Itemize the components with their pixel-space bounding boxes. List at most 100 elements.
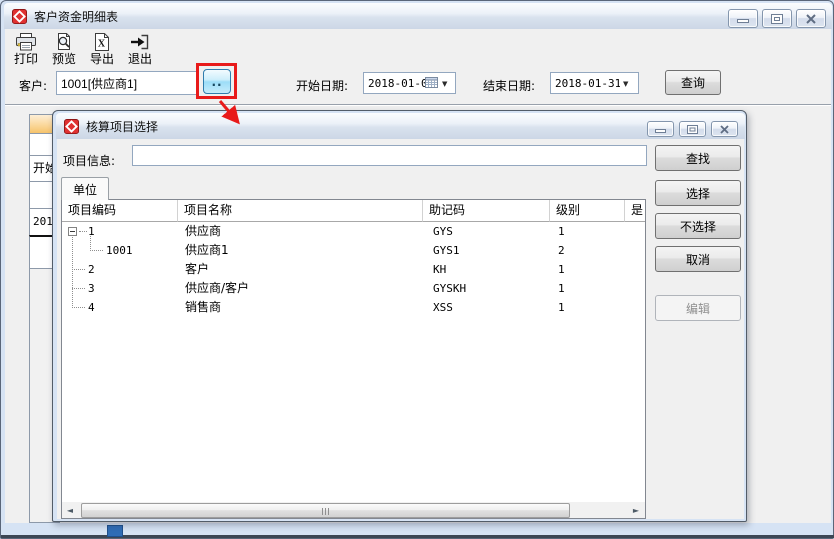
main-hscroll-thumb[interactable] — [107, 525, 123, 537]
tree-line — [90, 236, 91, 251]
dialog-minimize-button[interactable] — [647, 121, 674, 137]
app-icon — [12, 9, 27, 24]
close-icon — [805, 14, 817, 24]
column-header-2[interactable]: 助记码 — [423, 200, 550, 222]
cell-level: 2 — [550, 241, 625, 260]
svg-text:X: X — [98, 39, 106, 50]
cell-extra — [625, 298, 646, 317]
print-label: 打印 — [14, 51, 38, 67]
export-label: 导出 — [90, 51, 114, 67]
item-select-dialog: 核算项目选择 项目信息: 查找 单位 项目编码项目名称助记码级别是 — [52, 110, 747, 522]
cell-level: 1 — [550, 298, 625, 317]
customer-input[interactable] — [56, 71, 199, 95]
dialog-client-area: 项目信息: 查找 单位 项目编码项目名称助记码级别是 1供应商GYS11001供… — [57, 139, 744, 519]
main-window-title: 客户资金明细表 — [34, 8, 118, 25]
scroll-left-icon[interactable]: ◄ — [62, 502, 78, 519]
cell-extra — [625, 260, 646, 279]
customer-label: 客户: — [19, 77, 47, 94]
column-header-4[interactable]: 是 — [625, 200, 646, 222]
toolbar-separator — [5, 104, 831, 106]
dialog-app-icon — [64, 119, 79, 134]
item-info-input[interactable] — [132, 145, 647, 166]
cancel-button[interactable]: 取消 — [655, 246, 741, 272]
column-header-1[interactable]: 项目名称 — [178, 200, 423, 222]
scroll-right-icon[interactable]: ► — [628, 502, 644, 519]
list-hscrollbar[interactable]: ◄ ► — [62, 502, 645, 519]
list-hscroll-thumb[interactable] — [81, 503, 570, 518]
export-button[interactable]: X导出 — [83, 32, 121, 70]
find-button[interactable]: 查找 — [655, 145, 741, 171]
cell-name: 客户 — [178, 260, 423, 279]
dialog-titlebar[interactable]: 核算项目选择 — [56, 113, 745, 139]
start-date-label: 开始日期: — [296, 77, 348, 94]
close-button[interactable] — [796, 9, 826, 28]
end-date-dropdown-icon[interactable]: ▼ — [623, 79, 628, 89]
print-button[interactable]: 打印 — [7, 32, 45, 70]
cell-level: 1 — [550, 222, 625, 241]
minimize-icon — [737, 14, 749, 24]
dialog-minimize-icon — [655, 125, 666, 134]
cell-name: 销售商 — [178, 298, 423, 317]
dialog-maximize-button[interactable] — [679, 121, 706, 137]
toolbar: 打印预览 X导出退出 — [7, 32, 159, 70]
cell-mnemonic: GYSKH — [423, 279, 550, 298]
edit-button[interactable]: 编辑 — [655, 295, 741, 321]
cell-mnemonic: KH — [423, 260, 550, 279]
tree-line — [90, 250, 103, 251]
preview-label: 预览 — [52, 51, 76, 67]
column-header-3[interactable]: 级别 — [550, 200, 625, 222]
query-button[interactable]: 查询 — [665, 70, 721, 95]
cell-mnemonic: GYS1 — [423, 241, 550, 260]
cell-code: 1001 — [62, 241, 178, 260]
item-rows: 1供应商GYS11001供应商1GYS122客户KH13供应商/客户GYSKH1… — [62, 222, 646, 317]
deselect-button[interactable]: 不选择 — [655, 213, 741, 239]
exit-icon — [130, 32, 150, 51]
customer-browse-button[interactable]: .. — [203, 69, 231, 94]
maximize-button[interactable] — [762, 9, 792, 28]
tree-expander-icon[interactable] — [68, 227, 77, 236]
cell-name: 供应商/客户 — [178, 279, 423, 298]
end-date-label: 结束日期: — [483, 77, 535, 94]
tree-line — [72, 237, 73, 308]
maximize-icon — [771, 14, 783, 24]
cell-extra — [625, 222, 646, 241]
scroll-grip-icon — [322, 508, 331, 515]
table-row[interactable]: 4销售商XSS1 — [62, 298, 646, 317]
start-date-dropdown-icon[interactable]: ▼ — [442, 79, 447, 89]
item-info-label: 项目信息: — [63, 152, 115, 169]
tree-line — [72, 269, 85, 270]
item-table-header: 项目编码项目名称助记码级别是 — [62, 200, 646, 222]
cell-name: 供应商1 — [178, 241, 423, 260]
exit-button[interactable]: 退出 — [121, 32, 159, 70]
calendar-icon[interactable] — [425, 76, 438, 89]
print-icon — [15, 32, 37, 51]
table-row[interactable]: 2客户KH1 — [62, 260, 646, 279]
cell-level: 1 — [550, 279, 625, 298]
tree-line — [72, 288, 85, 289]
tab-unit[interactable]: 单位 — [61, 177, 109, 200]
item-table: 项目编码项目名称助记码级别是 1供应商GYS11001供应商1GYS122客户K… — [61, 199, 646, 519]
preview-button[interactable]: 预览 — [45, 32, 83, 70]
cell-level: 1 — [550, 260, 625, 279]
cell-extra — [625, 241, 646, 260]
table-row[interactable]: 1供应商GYS1 — [62, 222, 646, 241]
cell-name: 供应商 — [178, 222, 423, 241]
minimize-button[interactable] — [728, 9, 758, 28]
exit-label: 退出 — [128, 51, 152, 67]
tree-line — [72, 307, 85, 308]
cell-mnemonic: GYS — [423, 222, 550, 241]
dialog-close-button[interactable] — [711, 121, 738, 137]
table-row[interactable]: 1001供应商1GYS12 — [62, 241, 646, 260]
dialog-maximize-icon — [687, 125, 698, 134]
select-button[interactable]: 选择 — [655, 180, 741, 206]
preview-icon — [54, 32, 74, 51]
tree-line — [79, 231, 87, 232]
table-row[interactable]: 3供应商/客户GYSKH1 — [62, 279, 646, 298]
column-header-0[interactable]: 项目编码 — [62, 200, 178, 222]
export-icon: X — [93, 32, 111, 51]
screen: 客户资金明细表 打印预览 X导出退出 客户: .. 开始日期: — [0, 0, 834, 539]
main-window-bottom-border — [1, 535, 834, 538]
cell-mnemonic: XSS — [423, 298, 550, 317]
dialog-title: 核算项目选择 — [86, 118, 158, 135]
main-titlebar[interactable]: 客户资金明细表 — [4, 3, 832, 29]
